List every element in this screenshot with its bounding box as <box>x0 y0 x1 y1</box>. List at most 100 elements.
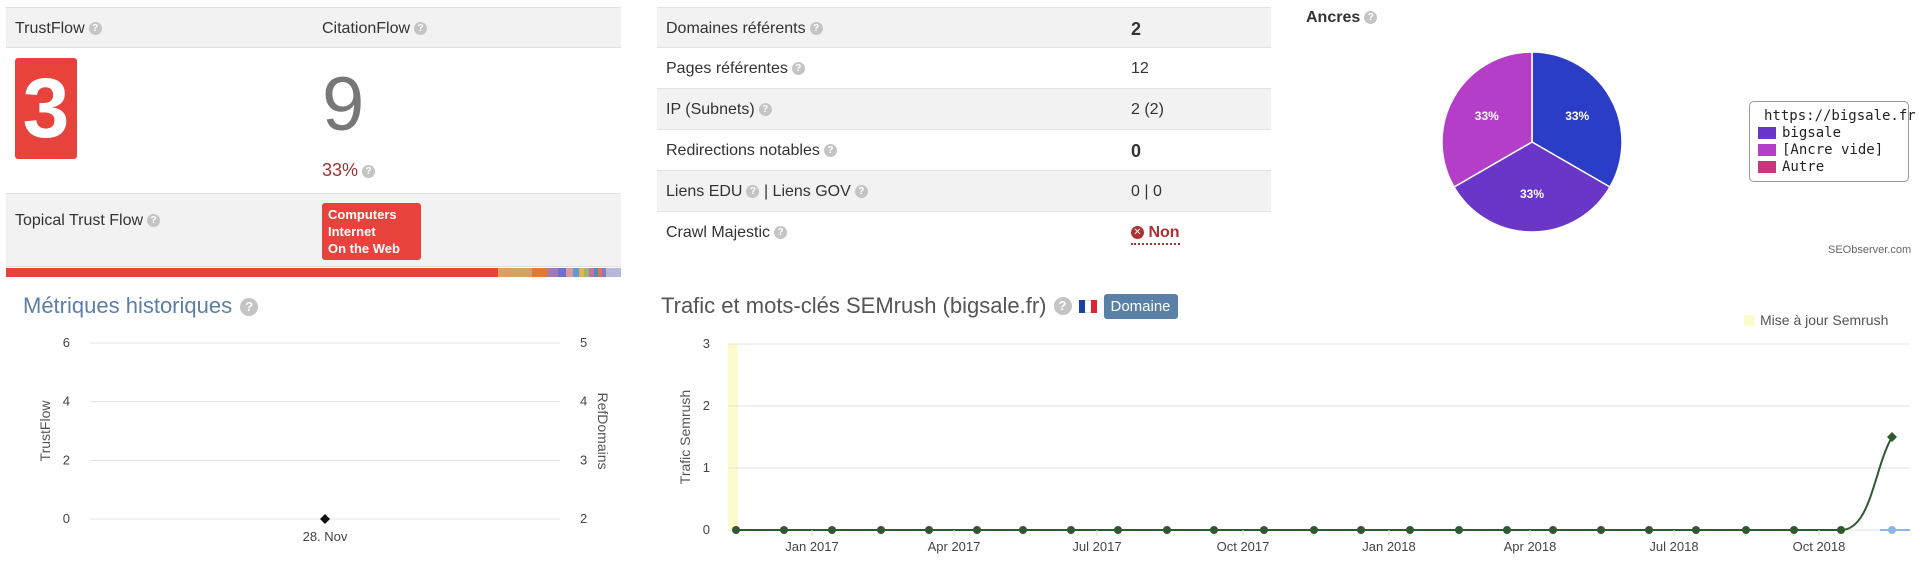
bar-segment <box>606 268 621 277</box>
topical-badge[interactable]: Computers Internet On the Web <box>322 203 421 260</box>
legend-label: [Ancre vide] <box>1782 141 1884 158</box>
domaine-badge[interactable]: Domaine <box>1103 293 1178 319</box>
data-point <box>1019 526 1027 534</box>
legend-label: Autre <box>1782 158 1825 175</box>
help-icon[interactable]: ? <box>147 214 161 228</box>
ratio-text: 33% <box>322 160 359 180</box>
table-row: Crawl Majestic? ✕ Non <box>657 212 1271 253</box>
topical-distribution-bar <box>6 268 621 277</box>
data-point <box>973 526 981 534</box>
semrush-update-band <box>728 344 738 530</box>
topical-badge-line: Internet <box>328 224 376 239</box>
y-tick-label: 0 <box>63 511 70 526</box>
data-point <box>1260 526 1268 534</box>
help-icon[interactable]: ? <box>809 22 823 36</box>
anchors-title-text: Ancres <box>1306 9 1361 26</box>
historic-metrics-title: Métriques historiques? <box>23 293 259 319</box>
citationflow-label: CitationFlow? <box>322 20 428 38</box>
y-axis-label: TrustFlow <box>37 400 53 462</box>
semrush-traffic-chart: 0 1 2 3 Trafic Semrush Jan 2017 Apr 2017 Jul 20… <box>677 336 1910 554</box>
x-tick-label: Apr 2017 <box>928 539 981 554</box>
y-tick-label: 6 <box>63 335 70 350</box>
topical-badge-line: Computers <box>328 207 397 222</box>
y2-tick-label: 5 <box>580 335 587 350</box>
help-icon[interactable]: ? <box>854 185 868 199</box>
anchors-title: Ancres? <box>1306 9 1378 27</box>
data-point <box>1645 526 1653 534</box>
row-value: 0 | 0 <box>1131 183 1162 200</box>
table-row: Redirections notables? 0 <box>657 130 1271 171</box>
help-icon[interactable]: ? <box>88 22 102 36</box>
y2-tick-label: 4 <box>580 394 587 409</box>
row-label: Redirections notables? <box>666 142 837 160</box>
data-point <box>1310 526 1318 534</box>
data-point <box>1549 526 1557 534</box>
row-label-text: Crawl Majestic <box>666 224 771 241</box>
y-tick-label: 4 <box>63 394 70 409</box>
topical-badge-line: On the Web <box>328 241 400 256</box>
data-point <box>1114 526 1122 534</box>
data-point <box>1597 526 1605 534</box>
ratio-value: 33%? <box>322 160 376 181</box>
data-point <box>1837 526 1845 534</box>
referring-table: Domaines référents? 2 Pages référentes? … <box>657 7 1271 253</box>
data-point <box>877 526 885 534</box>
crawl-status-text: Non <box>1148 224 1180 241</box>
seobserver-credit: SEObserver.com <box>1828 244 1912 256</box>
bar-segment <box>532 268 548 277</box>
legend-item[interactable]: bigsale <box>1758 124 1900 141</box>
historic-title-text: Métriques historiques <box>23 293 233 318</box>
table-row: Pages référentes? 12 <box>657 48 1271 89</box>
help-icon[interactable]: ? <box>362 164 376 178</box>
legend-item[interactable]: https://bigsale.fr <box>1758 107 1916 124</box>
x-tick-label: Jul 2018 <box>1649 539 1698 554</box>
x-tick-label: Oct 2018 <box>1793 539 1846 554</box>
anchors-legend: https://bigsale.fr bigsale [Ancre vide] … <box>1749 101 1916 182</box>
anchors-pie-chart: 33% 33% 33% <box>1441 51 1623 233</box>
data-point <box>1692 526 1700 534</box>
table-row: IP (Subnets)? 2 (2) <box>657 89 1271 130</box>
data-point <box>1163 526 1171 534</box>
data-point <box>780 526 788 534</box>
pie-slice-label: 33% <box>1475 109 1499 123</box>
help-icon[interactable]: ? <box>758 103 772 117</box>
help-icon[interactable]: ? <box>823 144 837 158</box>
legend-item[interactable]: Autre <box>1758 158 1900 175</box>
row-label-text: | Liens GOV <box>763 183 851 200</box>
data-point <box>1406 526 1414 534</box>
help-icon[interactable]: ? <box>791 62 805 76</box>
legend-item[interactable]: [Ancre vide] <box>1758 141 1900 158</box>
citationflow-label-text: CitationFlow <box>322 20 411 37</box>
topical-trustflow-label: Topical Trust Flow? <box>15 212 161 230</box>
historic-metrics-chart: 0 2 4 6 2 3 4 5 TrustFlow RefDomains 28. Nov <box>37 335 611 544</box>
citationflow-value: 9 <box>322 62 365 147</box>
help-icon[interactable]: ? <box>414 22 428 36</box>
y2-axis-label: RefDomains <box>595 392 611 469</box>
trustflow-label: TrustFlow? <box>15 20 102 38</box>
bar-segment <box>6 268 498 277</box>
x-tick-label: Oct 2017 <box>1217 539 1270 554</box>
bar-segment <box>566 268 573 277</box>
row-label: IP (Subnets)? <box>666 101 772 119</box>
data-point <box>828 526 836 534</box>
row-value: 0 <box>1131 141 1142 161</box>
help-icon[interactable]: ? <box>240 298 259 317</box>
row-label-text: Pages référentes <box>666 60 788 77</box>
row-label: Liens EDU? | Liens GOV? <box>666 183 868 201</box>
legend-swatch <box>1758 143 1776 156</box>
y2-tick-label: 3 <box>580 452 587 467</box>
legend-swatch <box>1744 314 1755 326</box>
bar-segment <box>498 268 532 277</box>
x-tick-label: Jan 2017 <box>785 539 839 554</box>
x-tick-label: Jul 2017 <box>1072 539 1121 554</box>
row-value: 12 <box>1131 60 1149 77</box>
x-tick-label: 28. Nov <box>303 529 348 544</box>
help-icon[interactable]: ? <box>1053 297 1072 315</box>
help-icon[interactable]: ? <box>746 185 760 199</box>
data-point <box>1888 526 1896 534</box>
help-icon[interactable]: ? <box>774 226 788 240</box>
help-icon[interactable]: ? <box>1364 11 1378 25</box>
crawl-status-link[interactable]: ✕ Non <box>1131 224 1180 245</box>
pie-slice-label: 33% <box>1565 109 1589 123</box>
row-value: 2 <box>1131 19 1142 39</box>
